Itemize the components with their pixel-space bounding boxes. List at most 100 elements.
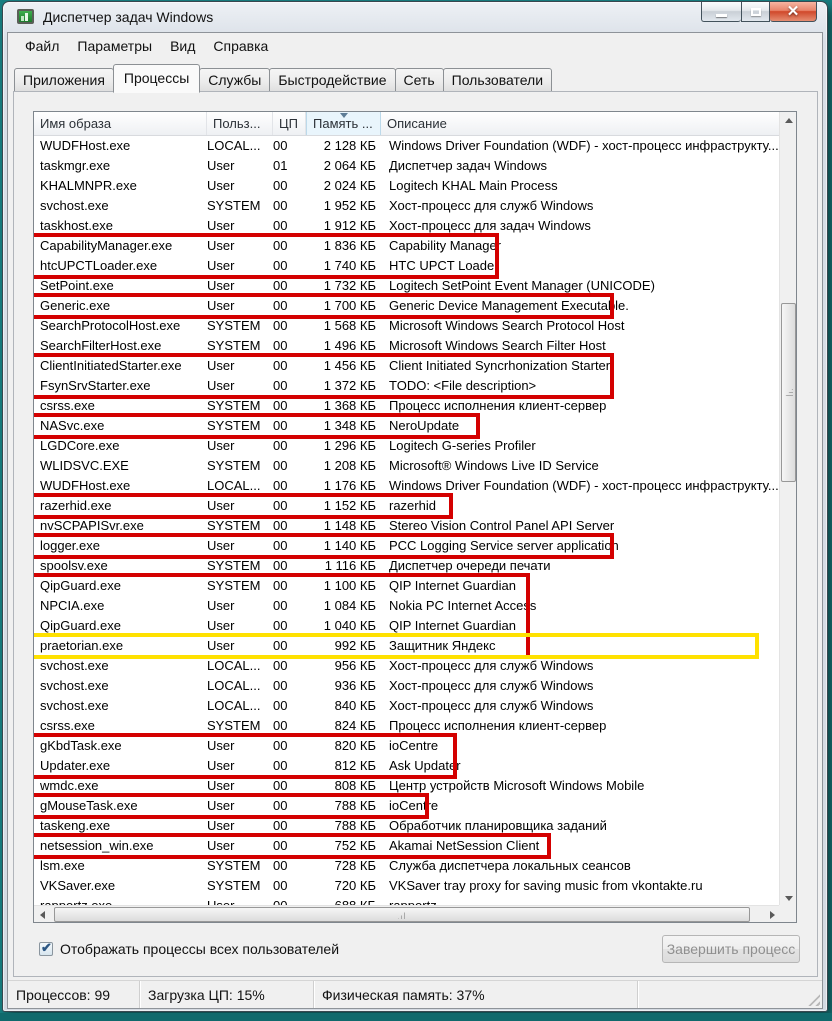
tab-Приложения[interactable]: Приложения: [14, 68, 114, 93]
end-process-button[interactable]: Завершить процесс: [662, 935, 800, 963]
cell-name: csrss.exe: [40, 398, 95, 413]
process-row[interactable]: razerhid.exe User 00 1 152 КБ razerhid: [34, 496, 781, 516]
cell-cpu: 00: [273, 678, 288, 693]
tab-Быстродействие[interactable]: Быстродействие: [269, 68, 396, 93]
process-row[interactable]: svchost.exe SYSTEM 00 1 952 КБ Хост-процесс …: [34, 196, 781, 216]
process-row[interactable]: SearchProtocolHost.exe SYSTEM 00 1 568 КБ Mi…: [34, 316, 781, 336]
cell-name: KHALMNPR.exe: [40, 178, 137, 193]
process-row[interactable]: KHALMNPR.exe User 00 2 024 КБ Logitech KHAL …: [34, 176, 781, 196]
vertical-scrollbar-thumb[interactable]: [781, 303, 796, 482]
menu-item-options[interactable]: Параметры: [68, 35, 161, 57]
process-row[interactable]: NPCIA.exe User 00 1 084 КБ Nokia PC Internet…: [34, 596, 781, 616]
cell-user: User: [207, 238, 235, 253]
cell-cpu: 00: [273, 458, 288, 473]
tab-Службы[interactable]: Службы: [199, 68, 271, 93]
close-button[interactable]: ✕: [770, 2, 817, 22]
tab-Сеть[interactable]: Сеть: [394, 68, 444, 93]
cell-cpu: 00: [273, 598, 288, 613]
process-row[interactable]: gKbdTask.exe User 00 820 КБ ioCentre: [34, 736, 781, 756]
cell-cpu: 00: [273, 858, 288, 873]
cell-name: taskeng.exe: [40, 818, 111, 833]
cell-mem: 1 152 КБ: [323, 498, 376, 513]
cell-user: LOCAL...: [207, 698, 261, 713]
cell-name: gKbdTask.exe: [40, 738, 122, 753]
processes-tab-page: Имя образа Польз... ЦП Память ... Описан…: [13, 91, 818, 977]
process-row[interactable]: netsession_win.exe User 00 752 КБ Akamai Net…: [34, 836, 781, 856]
process-row[interactable]: htcUPCTLoader.exe User 00 1 740 КБ HTC UPCT …: [34, 256, 781, 276]
horizontal-scrollbar-thumb[interactable]: [54, 907, 750, 922]
cell-cpu: 00: [273, 758, 288, 773]
cell-user: LOCAL...: [207, 678, 261, 693]
cell-user: User: [207, 218, 235, 233]
cell-user: User: [207, 838, 235, 853]
horizontal-scrollbar[interactable]: [34, 905, 781, 922]
process-row[interactable]: Generic.exe User 00 1 700 КБ Generic Device …: [34, 296, 781, 316]
process-row[interactable]: CapabilityManager.exe User 00 1 836 КБ Capab…: [34, 236, 781, 256]
maximize-button[interactable]: [741, 2, 770, 22]
process-row[interactable]: praetorian.exe User 00 992 КБ Защитник Яндек…: [34, 636, 781, 656]
show-all-users-row: ✔ Отображать процессы всех пользователей: [39, 940, 339, 957]
table-header: Имя образа Польз... ЦП Память ... Описан…: [34, 112, 781, 136]
arrow-down-icon: [784, 896, 793, 901]
menu-item-help[interactable]: Справка: [204, 35, 277, 57]
process-row[interactable]: WUDFHost.exe LOCAL... 00 1 176 КБ Windows Dr…: [34, 476, 781, 496]
cell-cpu: 00: [273, 358, 288, 373]
process-row[interactable]: csrss.exe SYSTEM 00 1 368 КБ Процесс исполне…: [34, 396, 781, 416]
process-row[interactable]: gMouseTask.exe User 00 788 КБ ioCentre: [34, 796, 781, 816]
cell-cpu: 00: [273, 298, 288, 313]
process-row[interactable]: Updater.exe User 00 812 КБ Ask Updater: [34, 756, 781, 776]
process-row[interactable]: SearchFilterHost.exe SYSTEM 00 1 496 КБ Micr…: [34, 336, 781, 356]
minimize-button[interactable]: [701, 2, 741, 22]
menu-item-view[interactable]: Вид: [161, 35, 204, 57]
column-header-image-name[interactable]: Имя образа: [34, 112, 207, 135]
process-row[interactable]: WLIDSVC.EXE SYSTEM 00 1 208 КБ Microsoft® Wi…: [34, 456, 781, 476]
process-row[interactable]: VKSaver.exe SYSTEM 00 720 КБ VKSaver tray pr…: [34, 876, 781, 896]
cell-desc: NeroUpdate: [389, 418, 460, 433]
process-row[interactable]: svchost.exe LOCAL... 00 840 КБ Хост-процесс …: [34, 696, 781, 716]
scroll-left-button[interactable]: [34, 906, 51, 922]
process-row[interactable]: FsynSrvStarter.exe User 00 1 372 КБ TODO: <F…: [34, 376, 781, 396]
client-area: Файл Параметры Вид Справка Приложения Про…: [7, 32, 823, 1009]
process-row[interactable]: taskhost.exe User 00 1 912 КБ Хост-процесс д…: [34, 216, 781, 236]
process-row[interactable]: QipGuard.exe User 00 1 040 КБ QIP Internet G…: [34, 616, 781, 636]
cell-cpu: 00: [273, 398, 288, 413]
column-header-description[interactable]: Описание: [381, 112, 781, 135]
cell-user: User: [207, 158, 235, 173]
process-row[interactable]: NASvc.exe SYSTEM 00 1 348 КБ NeroUpdate: [34, 416, 781, 436]
cell-user: User: [207, 638, 235, 653]
scroll-up-button[interactable]: [780, 112, 796, 129]
column-header-user[interactable]: Польз...: [207, 112, 273, 135]
cell-user: LOCAL...: [207, 658, 261, 673]
process-row[interactable]: ClientInitiatedStarter.exe User 00 1 456 КБ…: [34, 356, 781, 376]
process-row[interactable]: svchost.exe LOCAL... 00 936 КБ Хост-процесс …: [34, 676, 781, 696]
title-bar[interactable]: Диспетчер задач Windows ✕: [3, 2, 827, 32]
menu-item-file[interactable]: Файл: [16, 35, 68, 57]
process-row[interactable]: nvSCPAPISvr.exe SYSTEM 00 1 148 КБ Stereo Vi…: [34, 516, 781, 536]
cell-mem: 2 024 КБ: [323, 178, 376, 193]
tab-Пользователи[interactable]: Пользователи: [442, 68, 553, 93]
process-row[interactable]: wmdc.exe User 00 808 КБ Центр устройств Micr…: [34, 776, 781, 796]
process-row[interactable]: taskeng.exe User 00 788 КБ Обработчик планир…: [34, 816, 781, 836]
cell-desc: ioCentre: [389, 798, 439, 813]
column-header-memory[interactable]: Память ...: [306, 112, 381, 135]
cell-cpu: 00: [273, 878, 288, 893]
show-all-users-checkbox[interactable]: ✔: [39, 940, 53, 956]
process-row[interactable]: lsm.exe SYSTEM 00 728 КБ Служба диспетчера л…: [34, 856, 781, 876]
tab-strip: Приложения Процессы Службы Быстродействие Се…: [14, 64, 553, 93]
tab-Процессы[interactable]: Процессы: [112, 64, 201, 93]
cell-desc: VKSaver tray proxy for saving music from…: [389, 878, 703, 893]
resize-grip[interactable]: [807, 993, 820, 1006]
process-row[interactable]: LGDCore.exe User 00 1 296 КБ Logitech G-seri…: [34, 436, 781, 456]
column-header-cpu[interactable]: ЦП: [273, 112, 306, 135]
process-row[interactable]: logger.exe User 00 1 140 КБ PCC Logging Serv…: [34, 536, 781, 556]
cell-user: User: [207, 758, 235, 773]
process-row[interactable]: SetPoint.exe User 00 1 732 КБ Logitech SetPo…: [34, 276, 781, 296]
process-row[interactable]: spoolsv.exe SYSTEM 00 1 116 КБ Диспетчер оче…: [34, 556, 781, 576]
process-row[interactable]: WUDFHost.exe LOCAL... 00 2 128 КБ Windows Dr…: [34, 136, 781, 156]
cell-cpu: 00: [273, 538, 288, 553]
process-row[interactable]: svchost.exe LOCAL... 00 956 КБ Хост-процесс …: [34, 656, 781, 676]
process-row[interactable]: taskmgr.exe User 01 2 064 КБ Диспетчер задач…: [34, 156, 781, 176]
vertical-scrollbar[interactable]: [779, 112, 796, 907]
process-row[interactable]: QipGuard.exe SYSTEM 00 1 100 КБ QIP Internet…: [34, 576, 781, 596]
process-row[interactable]: csrss.exe SYSTEM 00 824 КБ Процесс исполнени…: [34, 716, 781, 736]
